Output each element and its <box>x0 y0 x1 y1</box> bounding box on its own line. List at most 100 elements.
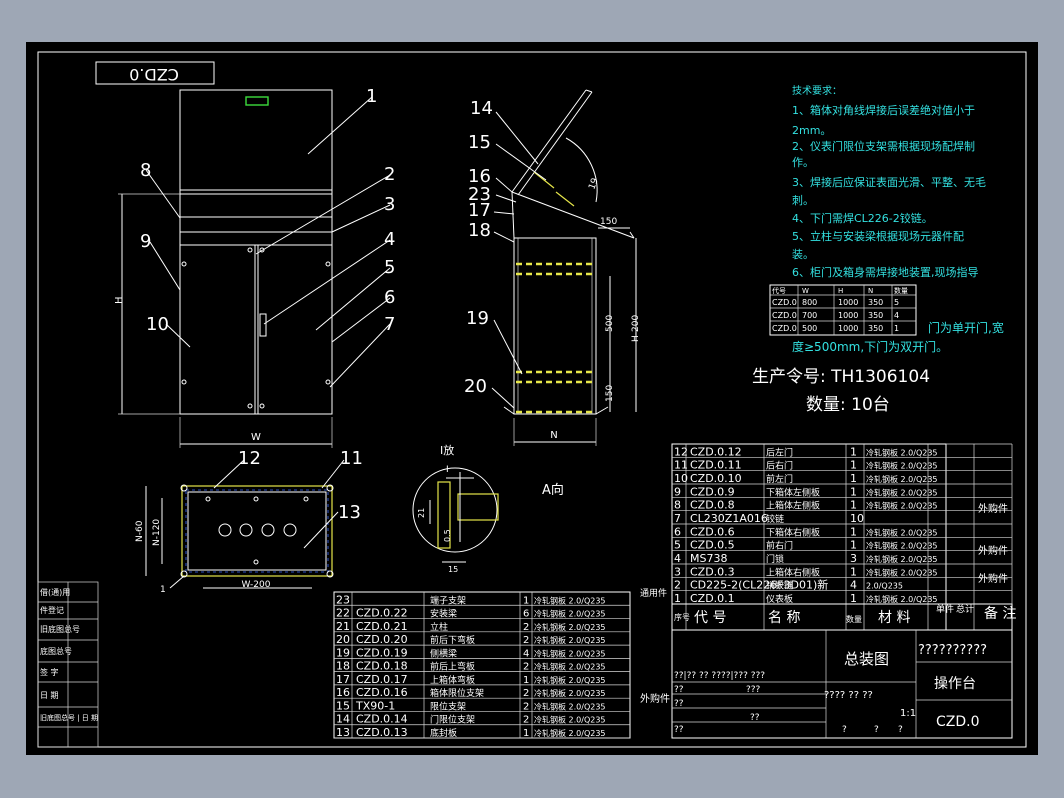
bom-right-qty: 1 <box>850 539 857 552</box>
size-cell: 350 <box>868 311 883 320</box>
tech-r3b: 刺。 <box>792 194 814 207</box>
bom-right-material: 冷轧钢板 2.0/Q235 <box>866 501 938 511</box>
bom-right-seq: 5 <box>674 539 681 552</box>
bom-right-seq: 11 <box>674 459 688 472</box>
title-garbled: ?????????? <box>918 643 987 658</box>
size-table: 代号 W H N 数量 CZD.0 800 1000 350 5 CZD.0 700 1000 350 4 C… <box>769 284 917 336</box>
size-cell: 800 <box>802 298 817 307</box>
hdr-seq: 序号 <box>674 612 690 622</box>
bom-right-name: 仪表板 <box>766 593 793 605</box>
title-q3: ? <box>898 725 903 735</box>
bom-right-qty: 1 <box>850 445 857 458</box>
dim-05: 0.5 <box>443 529 452 542</box>
common-part-label: 通用件 <box>640 587 667 599</box>
bom-right-material: 冷轧钢板 2.0/Q235 <box>866 474 938 484</box>
detail-i: I放 I 21 0.5 15 <box>412 443 499 574</box>
bom-right-seq: 6 <box>674 525 681 538</box>
bom-left-code: TX90-1 <box>355 699 395 712</box>
size-cell: 1000 <box>838 324 858 333</box>
title-code: CZD.0 <box>936 714 980 730</box>
bom-left-name: 上箱体弯板 <box>430 674 475 686</box>
bom-right-code: CL230Z1A016 <box>690 512 768 525</box>
bom-right-material: 冷轧钢板 2.0/Q235 <box>866 461 938 471</box>
bom-left-qty: 2 <box>523 715 529 726</box>
strip-label-2: 件登记 <box>40 605 64 615</box>
bom-left-seq: 23 <box>336 593 350 606</box>
tech-r1b: 2mm。 <box>792 124 831 137</box>
bom-right-qty: 4 <box>850 579 857 592</box>
strip-label-1: 借(通)用 <box>40 587 70 597</box>
dim-w: W <box>251 432 261 443</box>
bom-left-name: 侧横梁 <box>430 647 457 659</box>
title-product: 操作台 <box>934 676 976 692</box>
size-header-cell: 数量 <box>894 286 908 295</box>
bom-left-qty: 1 <box>523 595 529 606</box>
bom-left-qty: 1 <box>523 728 529 739</box>
part-7: 7 <box>384 314 395 335</box>
bom-left-code: CZD.0.17 <box>356 673 408 686</box>
bom-left-name: 门限位支架 <box>430 714 475 726</box>
bom-right-name: 下箱体左侧板 <box>766 486 820 498</box>
view-a-label: A向 <box>542 482 564 498</box>
hdr-qty: 数量 <box>846 614 862 624</box>
bom-left-material: 冷轧钢板 2.0/Q235 <box>534 662 606 672</box>
side-view: 19 N 500 H-200 150 150 14 15 16 23 17 18… <box>464 89 641 446</box>
bom-left-code: CZD.0.13 <box>356 726 408 739</box>
detail-i-mark: I <box>446 465 449 475</box>
part-19: 19 <box>466 308 489 329</box>
dim-h200: H-200 <box>631 315 641 342</box>
dim-n120: N-120 <box>152 519 162 546</box>
part-14: 14 <box>470 98 493 119</box>
bom-left-qty: 2 <box>523 701 529 712</box>
bom-right-name: 后左门 <box>766 446 793 458</box>
dim-w200: W-200 <box>242 580 271 590</box>
bom-right-seq: 9 <box>674 485 681 498</box>
title-sub: ???? ?? ?? <box>824 690 873 701</box>
part-4: 4 <box>384 229 395 250</box>
bom-right-name: 上箱体右侧板 <box>766 566 820 578</box>
bom-left-code: CZD.0.22 <box>356 607 408 620</box>
green-handle <box>245 96 269 106</box>
bom-right-qty: 3 <box>850 552 857 565</box>
bom-left-material: 冷轧钢板 2.0/Q235 <box>534 715 606 725</box>
bom-right-name: 铰链 <box>766 513 784 525</box>
bom-right-name: 前右门 <box>766 540 793 552</box>
bom-left-material: 冷轧钢板 2.0/Q235 <box>534 701 606 711</box>
tech-r6c: 门为单开门,宽 <box>928 320 1004 335</box>
bom-left-seq: 14 <box>336 713 350 726</box>
hdr-material: 材 料 <box>878 610 910 626</box>
front-view: H W 1 2 3 4 5 6 7 8 9 10 <box>114 86 395 448</box>
bom-left-name: 前后下弯板 <box>430 634 475 646</box>
title-g2b: ?? <box>674 699 684 709</box>
part-15: 15 <box>468 132 491 153</box>
bom-left-name: 前后上弯板 <box>430 661 475 673</box>
bom-right-seq: 4 <box>674 552 681 565</box>
bom-right-buy-2: 外购件 <box>978 544 1008 557</box>
bom-left-qty: 2 <box>523 688 529 699</box>
bom-left-seq: 15 <box>336 699 350 712</box>
dim-500: 500 <box>605 315 615 332</box>
part-8: 8 <box>140 160 151 181</box>
bom-right-material: 冷轧钢板 2.0/Q235 <box>866 567 938 577</box>
title-g1: ??|?? ?? ????|??? ??? <box>674 671 765 681</box>
bom-right-name: 门锁 <box>766 553 784 565</box>
hdr-total: 总计 <box>956 603 974 615</box>
bom-left-qty: 4 <box>523 648 529 659</box>
bom-left-seq: 19 <box>336 646 350 659</box>
bom-right-code: CZD.0.9 <box>690 485 735 498</box>
strip-label-5: 签 字 <box>40 667 59 677</box>
bom-right-code: CZD.0.11 <box>690 459 742 472</box>
bom-left-seq: 13 <box>336 726 350 739</box>
size-header-cell: W <box>802 287 809 295</box>
size-cell: 1000 <box>838 298 858 307</box>
dim-n: N <box>550 430 557 441</box>
bom-left-name: 限位支架 <box>430 700 466 712</box>
size-cell: 700 <box>802 311 817 320</box>
bom-left-seq: 21 <box>336 620 350 633</box>
bom-left-buy: 外购件 <box>640 692 670 705</box>
title-g2a: ?? <box>674 685 684 695</box>
bom-right-material: 冷轧钢板 2.0/Q235 <box>866 554 938 564</box>
bom-left-name: 底封板 <box>430 727 457 739</box>
title-block: 总装图 ?????????? 操作台 CZD.0 1:1 ???? ?? ?? … <box>671 629 1013 739</box>
tech-r6d: 度≥500mm,下门为双开门。 <box>792 339 948 354</box>
